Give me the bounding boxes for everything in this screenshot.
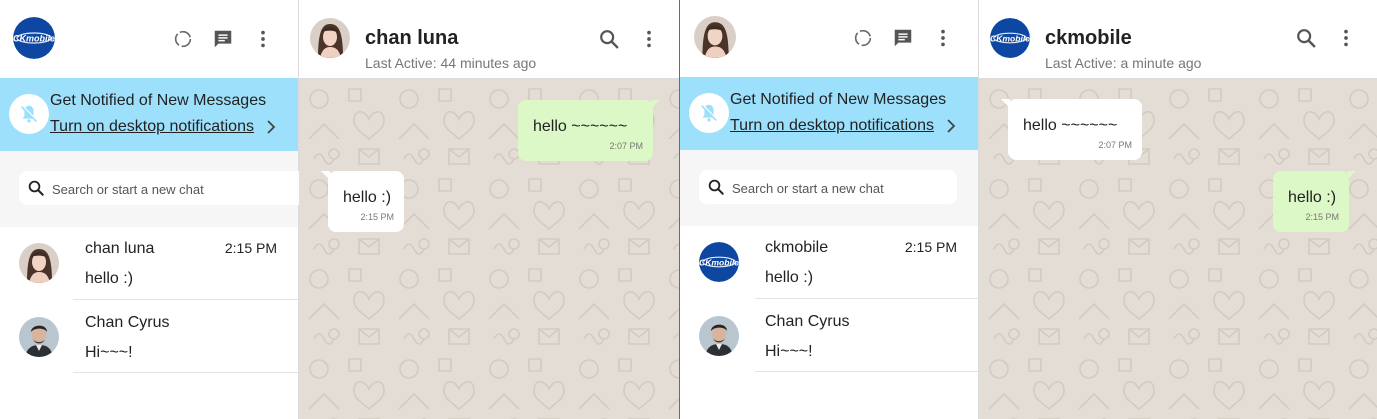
message-bubble-outgoing: hello ~~~~~~ 2:07 PM — [518, 100, 660, 161]
message-bubble-incoming: hello :) 2:15 PM — [321, 171, 404, 232]
new-chat-icon[interactable] — [892, 27, 914, 49]
profile-avatar[interactable] — [694, 16, 736, 58]
message-text: hello ~~~~~~ — [533, 118, 628, 135]
chat-list-item[interactable]: chan luna hello :) 2:15 PM — [0, 227, 298, 300]
chat-preview: Hi~~~! — [765, 343, 813, 360]
menu-icon[interactable] — [638, 28, 660, 50]
contact-name: chan luna — [365, 27, 459, 49]
last-active-status: Last Active: a minute ago — [1045, 55, 1202, 71]
chat-name: chan luna — [85, 240, 155, 257]
message-time: 2:15 PM — [360, 212, 394, 222]
notification-title: Get Notified of New Messages — [50, 92, 267, 109]
chat-preview: Hi~~~! — [85, 344, 133, 361]
status-icon[interactable] — [172, 28, 194, 50]
profile-avatar[interactable] — [13, 17, 55, 59]
message-time: 2:07 PM — [1098, 140, 1132, 150]
message-bubble-incoming: hello ~~~~~~ 2:07 PM — [1001, 99, 1142, 160]
chat-list-item[interactable]: Chan Cyrus Hi~~~! — [0, 300, 298, 373]
contact-avatar[interactable] — [990, 18, 1030, 58]
menu-icon[interactable] — [932, 27, 954, 49]
chevron-right-icon — [264, 118, 278, 136]
avatar — [19, 243, 59, 283]
sidebar-header — [680, 0, 978, 78]
chevron-right-icon — [944, 117, 958, 135]
new-chat-icon[interactable] — [212, 28, 234, 50]
chat-name: Chan Cyrus — [765, 313, 850, 330]
ckmobile-logo-icon — [13, 17, 55, 59]
menu-icon[interactable] — [1335, 27, 1357, 49]
message-text: hello :) — [1288, 189, 1337, 206]
notification-banner[interactable]: Get Notified of New Messages Turn on des… — [680, 77, 978, 150]
chat-preview: hello :) — [85, 270, 134, 287]
notification-banner[interactable]: Get Notified of New Messages Turn on des… — [0, 78, 298, 151]
divider — [73, 372, 298, 373]
profile-photo — [694, 16, 736, 58]
bell-off-icon — [689, 93, 729, 133]
search-box[interactable] — [699, 170, 957, 206]
search-box[interactable] — [19, 171, 306, 207]
conversation-header: chan luna Last Active: 44 minutes ago — [299, 0, 679, 79]
message-bubble-outgoing: hello :) 2:15 PM — [1273, 171, 1356, 232]
sidebar: Get Notified of New Messages Turn on des… — [680, 0, 979, 419]
search-input[interactable] — [730, 170, 954, 206]
enable-notifications-link[interactable]: Turn on desktop notifications — [50, 118, 254, 136]
search-icon — [27, 179, 45, 197]
avatar — [699, 242, 739, 282]
chat-name: ckmobile — [765, 239, 829, 256]
notification-title: Get Notified of New Messages — [730, 91, 947, 108]
chat-preview: hello :) — [765, 269, 814, 286]
conversation-header: ckmobile Last Active: a minute ago — [979, 0, 1377, 79]
avatar — [699, 316, 739, 356]
menu-icon[interactable] — [252, 28, 274, 50]
enable-notifications-link[interactable]: Turn on desktop notifications — [730, 117, 934, 135]
chat-list-item[interactable]: ckmobile hello :) 2:15 PM — [680, 226, 978, 299]
chat-time: 2:15 PM — [904, 239, 957, 255]
message-time: 2:07 PM — [609, 141, 643, 151]
message-time: 2:15 PM — [1305, 212, 1339, 222]
avatar — [19, 317, 59, 357]
chat-name: Chan Cyrus — [85, 314, 170, 331]
left-app-window: Get Notified of New Messages Turn on des… — [0, 0, 679, 419]
chat-list-item[interactable]: Chan Cyrus Hi~~~! — [680, 299, 978, 372]
sidebar: Get Notified of New Messages Turn on des… — [0, 0, 306, 419]
conversation-panel: ckmobile Last Active: a minute ago hello… — [979, 0, 1377, 419]
message-text: hello :) — [343, 189, 392, 206]
chat-time: 2:15 PM — [224, 240, 277, 256]
status-icon[interactable] — [852, 27, 874, 49]
contact-avatar[interactable] — [310, 18, 350, 58]
search-input[interactable] — [50, 171, 294, 207]
divider — [755, 371, 978, 372]
conversation-panel: chan luna Last Active: 44 minutes ago he… — [299, 0, 679, 419]
message-text: hello ~~~~~~ — [1023, 117, 1118, 134]
search-icon[interactable] — [1295, 27, 1317, 49]
search-bar — [0, 151, 306, 227]
search-bar — [680, 150, 978, 226]
search-icon[interactable] — [598, 28, 620, 50]
bell-off-icon — [9, 94, 49, 134]
right-app-window: Get Notified of New Messages Turn on des… — [680, 0, 1377, 419]
contact-name: ckmobile — [1045, 27, 1132, 49]
last-active-status: Last Active: 44 minutes ago — [365, 55, 537, 71]
sidebar-header — [0, 0, 298, 78]
search-icon — [707, 178, 725, 196]
